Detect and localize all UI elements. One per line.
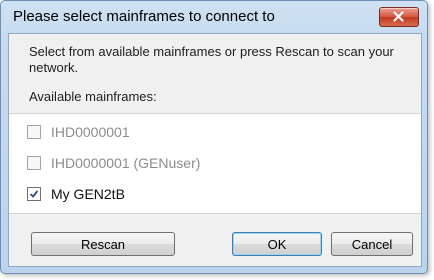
checkbox-checked[interactable]: [27, 187, 41, 201]
mainframe-list[interactable]: IHD0000001 IHD0000001 (GENuser) My GEN2t…: [9, 113, 421, 214]
dialog-body: Select from available mainframes or pres…: [8, 33, 422, 267]
checkbox[interactable]: [27, 125, 41, 139]
dialog-title: Please select mainframes to connect to: [13, 8, 275, 25]
mainframe-item-ihd0000001-genuser[interactable]: IHD0000001 (GENuser): [27, 152, 200, 174]
checkbox[interactable]: [27, 156, 41, 170]
close-button[interactable]: [379, 7, 419, 27]
mainframe-select-dialog: Please select mainframes to connect to S…: [0, 0, 428, 274]
mainframe-item-label: My GEN2tB: [51, 186, 125, 202]
mainframe-item-label: IHD0000001 (GENuser): [51, 155, 201, 171]
checkmark-icon: [29, 190, 39, 198]
close-icon: [393, 11, 404, 22]
rescan-button[interactable]: Rescan: [31, 232, 175, 256]
cancel-button[interactable]: Cancel: [331, 232, 413, 256]
ok-button[interactable]: OK: [232, 232, 322, 256]
instruction-text: Select from available mainframes or pres…: [29, 44, 394, 75]
mainframe-item-ihd0000001[interactable]: IHD0000001: [27, 121, 130, 143]
title-bar[interactable]: Please select mainframes to connect to: [1, 1, 427, 33]
mainframe-item-my-gen2tb[interactable]: My GEN2tB: [27, 183, 125, 205]
mainframe-item-label: IHD0000001: [51, 124, 130, 140]
available-mainframes-label: Available mainframes:: [29, 89, 157, 104]
